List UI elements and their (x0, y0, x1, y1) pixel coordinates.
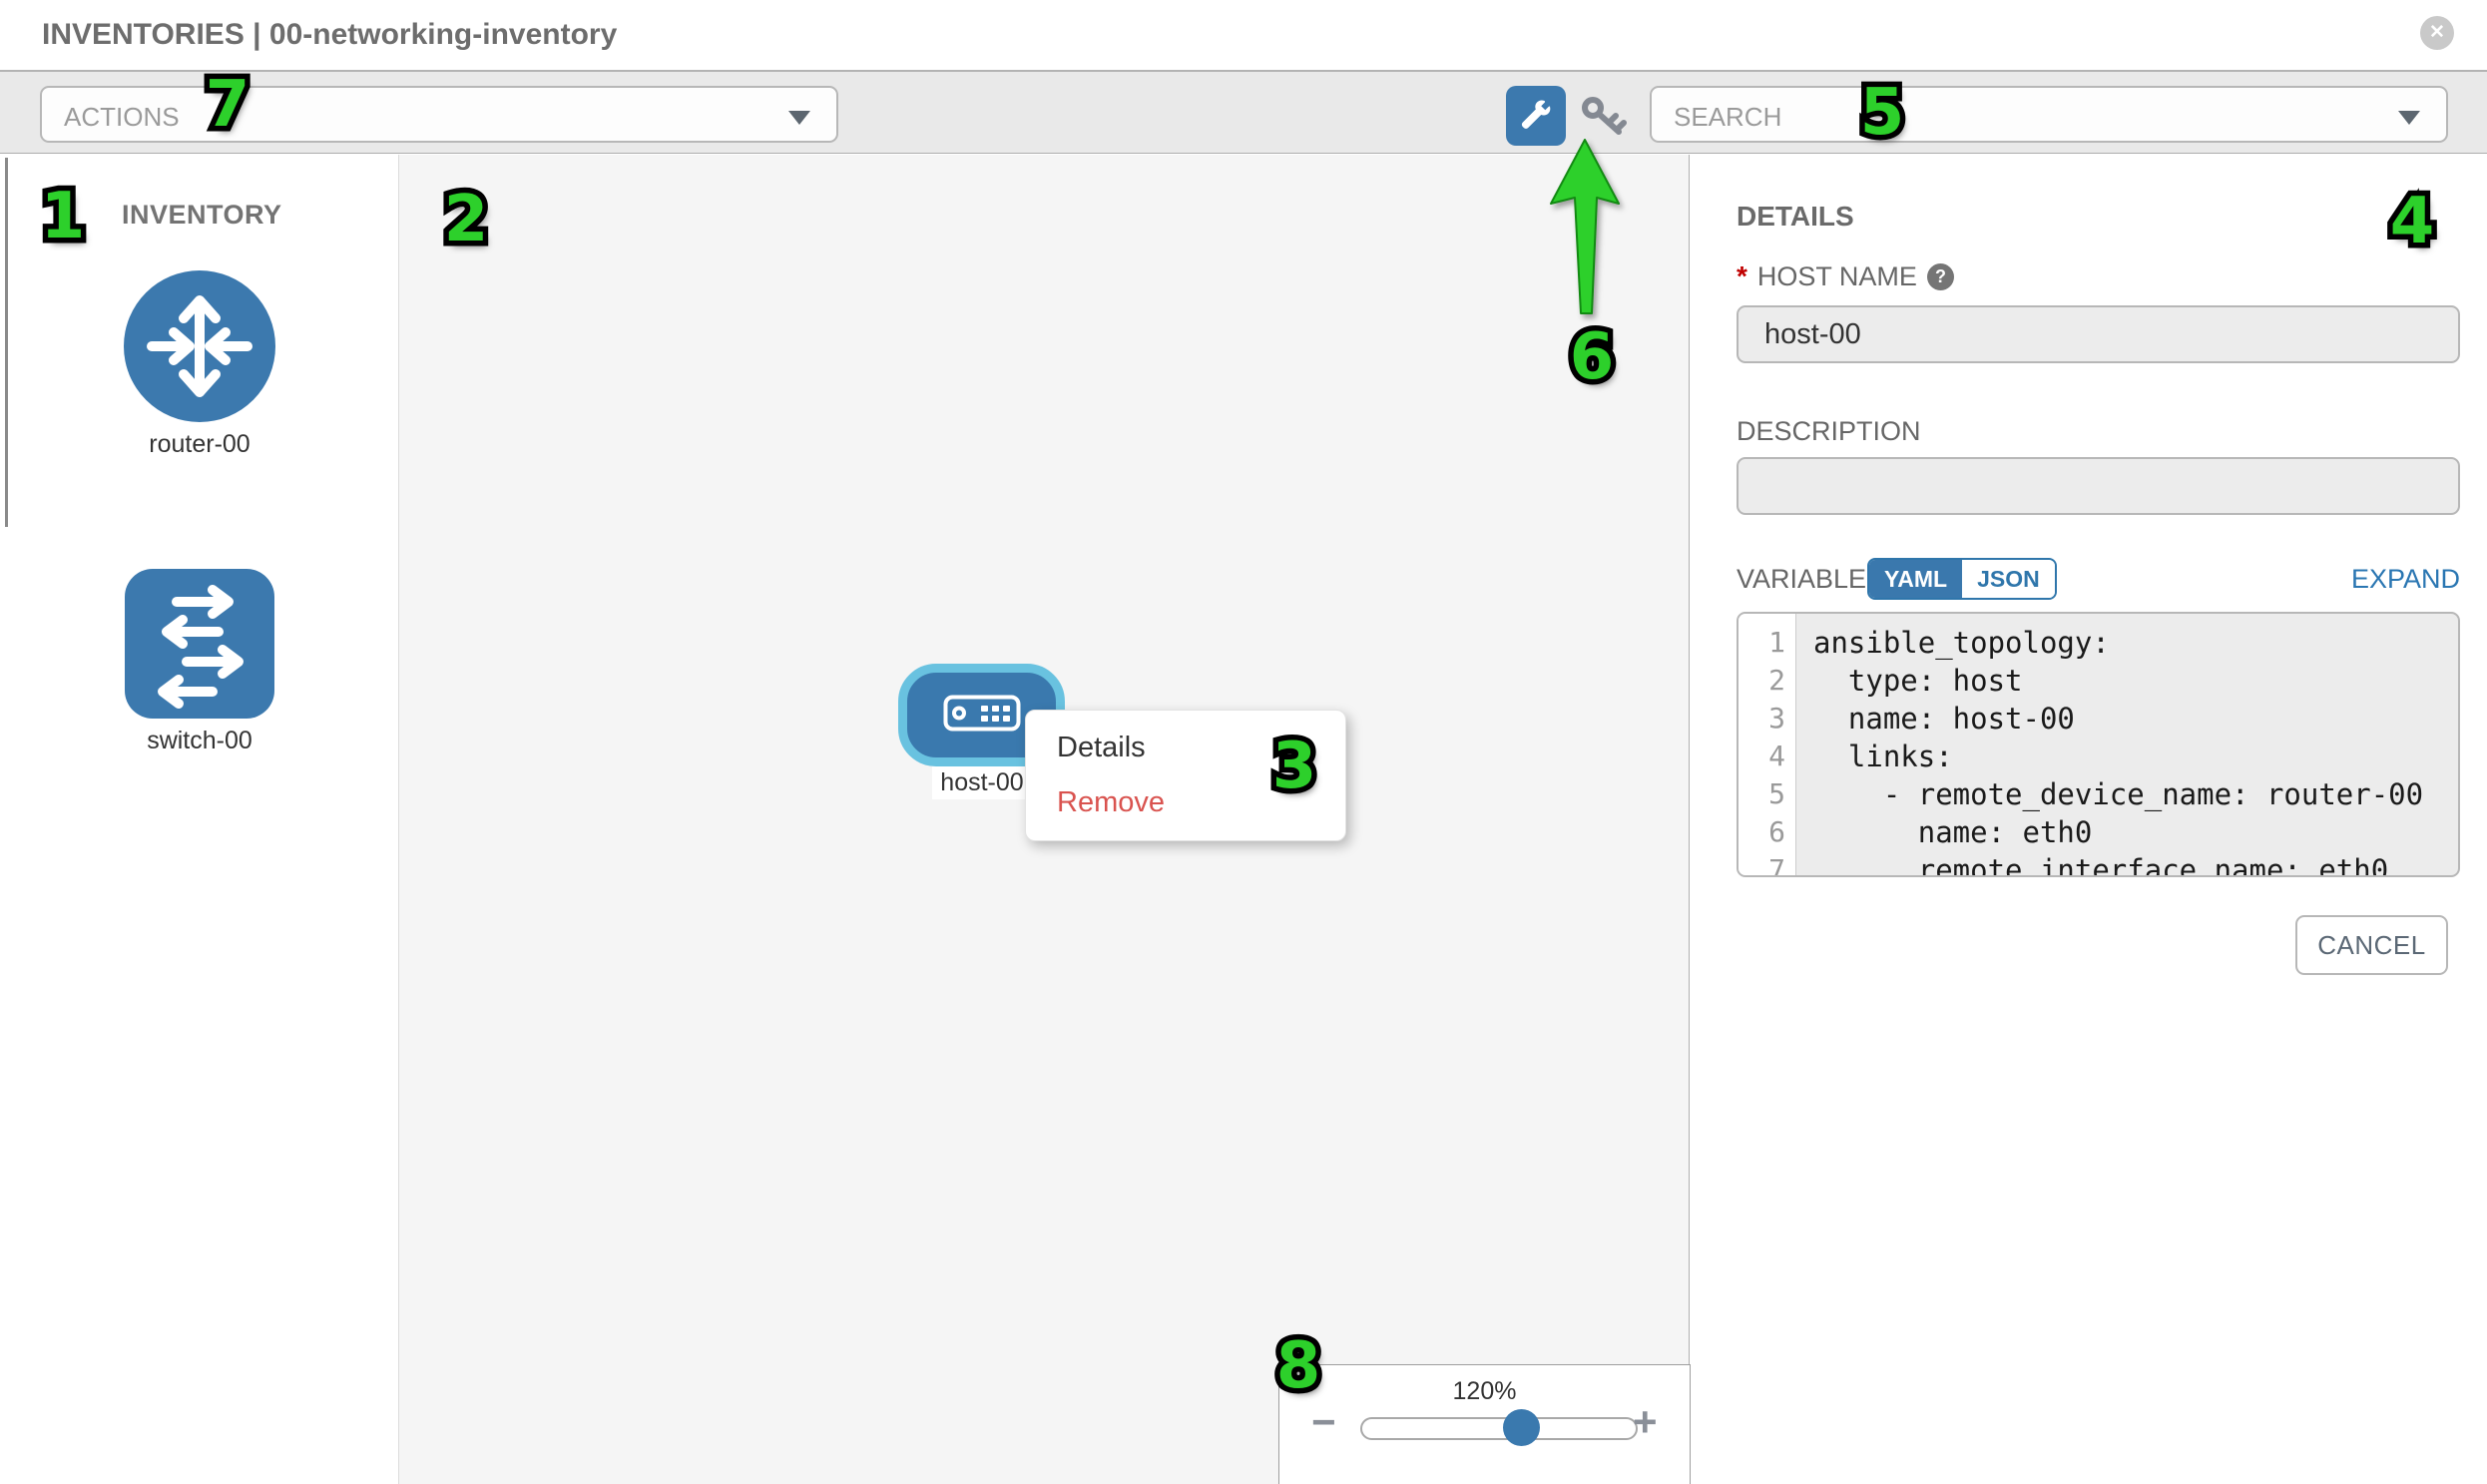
variables-label: VARIABLES (1737, 564, 1884, 595)
actions-dropdown[interactable]: ACTIONS (40, 86, 838, 143)
host-node-label: host-00 (932, 766, 1032, 799)
code-line: 1ansible_topology: (1739, 624, 2458, 662)
close-icon[interactable]: ✕ (2420, 16, 2454, 50)
host-name-label: HOST NAME (1757, 261, 1917, 292)
code-line: 6 name: eth0 (1739, 813, 2458, 851)
zoom-slider-track[interactable] (1360, 1417, 1638, 1440)
variables-code-editor[interactable]: 1ansible_topology: 2 type: host 3 name: … (1737, 612, 2460, 877)
code-line: 5 - remote_device_name: router-00 (1739, 775, 2458, 813)
question-circle-icon[interactable]: ? (1927, 263, 1954, 290)
description-input[interactable] (1737, 457, 2460, 515)
menu-item-remove[interactable]: Remove (1057, 786, 1345, 819)
inventory-palette-title: INVENTORY (122, 200, 282, 231)
palette-item-label: switch-00 (125, 727, 274, 755)
details-panel: DETAILS * HOST NAME ? host-00 DESCRIPTIO… (1691, 155, 2487, 1484)
zoom-control: 120% − + (1278, 1364, 1691, 1484)
variables-row: VARIABLES ? YAML JSON EXPAND (1737, 558, 2460, 600)
search-dropdown-placeholder: SEARCH (1674, 102, 1781, 133)
code-line: 4 links: (1739, 738, 2458, 775)
inventory-topology-page: INVENTORIES | 00-networking-inventory ✕ … (0, 0, 2487, 1484)
description-label: DESCRIPTION (1737, 416, 1921, 447)
menu-item-details[interactable]: Details (1057, 732, 1345, 764)
search-dropdown[interactable]: SEARCH (1650, 86, 2448, 143)
key-credentials-button[interactable] (1581, 96, 1627, 138)
router-icon (124, 270, 275, 422)
zoom-in-button[interactable]: + (1633, 1401, 1658, 1443)
inventory-palette: INVENTORY router-00 (0, 155, 399, 1484)
expand-link[interactable]: EXPAND (2351, 564, 2460, 595)
toolbar: ACTIONS SEARCH (0, 72, 2487, 154)
required-asterisk: * (1737, 260, 1747, 292)
code-line: 2 type: host (1739, 662, 2458, 700)
host-name-label-row: * HOST NAME ? (1737, 260, 1954, 292)
panel-scrollbar[interactable] (5, 158, 8, 527)
chevron-down-icon (788, 111, 810, 125)
zoom-level-value: 120% (1279, 1377, 1690, 1406)
zoom-out-button[interactable]: − (1311, 1401, 1336, 1443)
actions-dropdown-placeholder: ACTIONS (64, 102, 180, 133)
palette-item-label: router-00 (124, 430, 275, 459)
cancel-button[interactable]: CANCEL (2295, 915, 2448, 975)
configure-topology-button[interactable] (1506, 86, 1566, 146)
palette-item-router[interactable]: router-00 (124, 270, 275, 459)
palette-item-switch[interactable]: switch-00 (125, 569, 274, 755)
zoom-slider-handle[interactable] (1503, 1409, 1540, 1446)
code-line: 7 remote_interface_name: eth0 (1739, 851, 2458, 877)
title-bar: INVENTORIES | 00-networking-inventory ✕ (0, 0, 2487, 72)
code-line: 3 name: host-00 (1739, 700, 2458, 738)
variables-format-toggle: YAML JSON (1867, 558, 2057, 600)
switch-icon (125, 569, 274, 719)
node-context-menu: Details Remove (1025, 710, 1346, 841)
chevron-down-icon (2398, 111, 2420, 125)
key-icon (1581, 126, 1627, 141)
toggle-json[interactable]: JSON (1962, 560, 2055, 598)
details-panel-title: DETAILS (1737, 201, 1854, 233)
host-icon (943, 695, 1021, 737)
toggle-yaml[interactable]: YAML (1869, 560, 1962, 598)
description-label-row: DESCRIPTION (1737, 416, 1921, 447)
topology-canvas[interactable]: host-00 Details Remove 120% − + (399, 155, 1690, 1484)
host-name-input[interactable]: host-00 (1737, 305, 2460, 363)
page-title: INVENTORIES | 00-networking-inventory (42, 18, 617, 52)
